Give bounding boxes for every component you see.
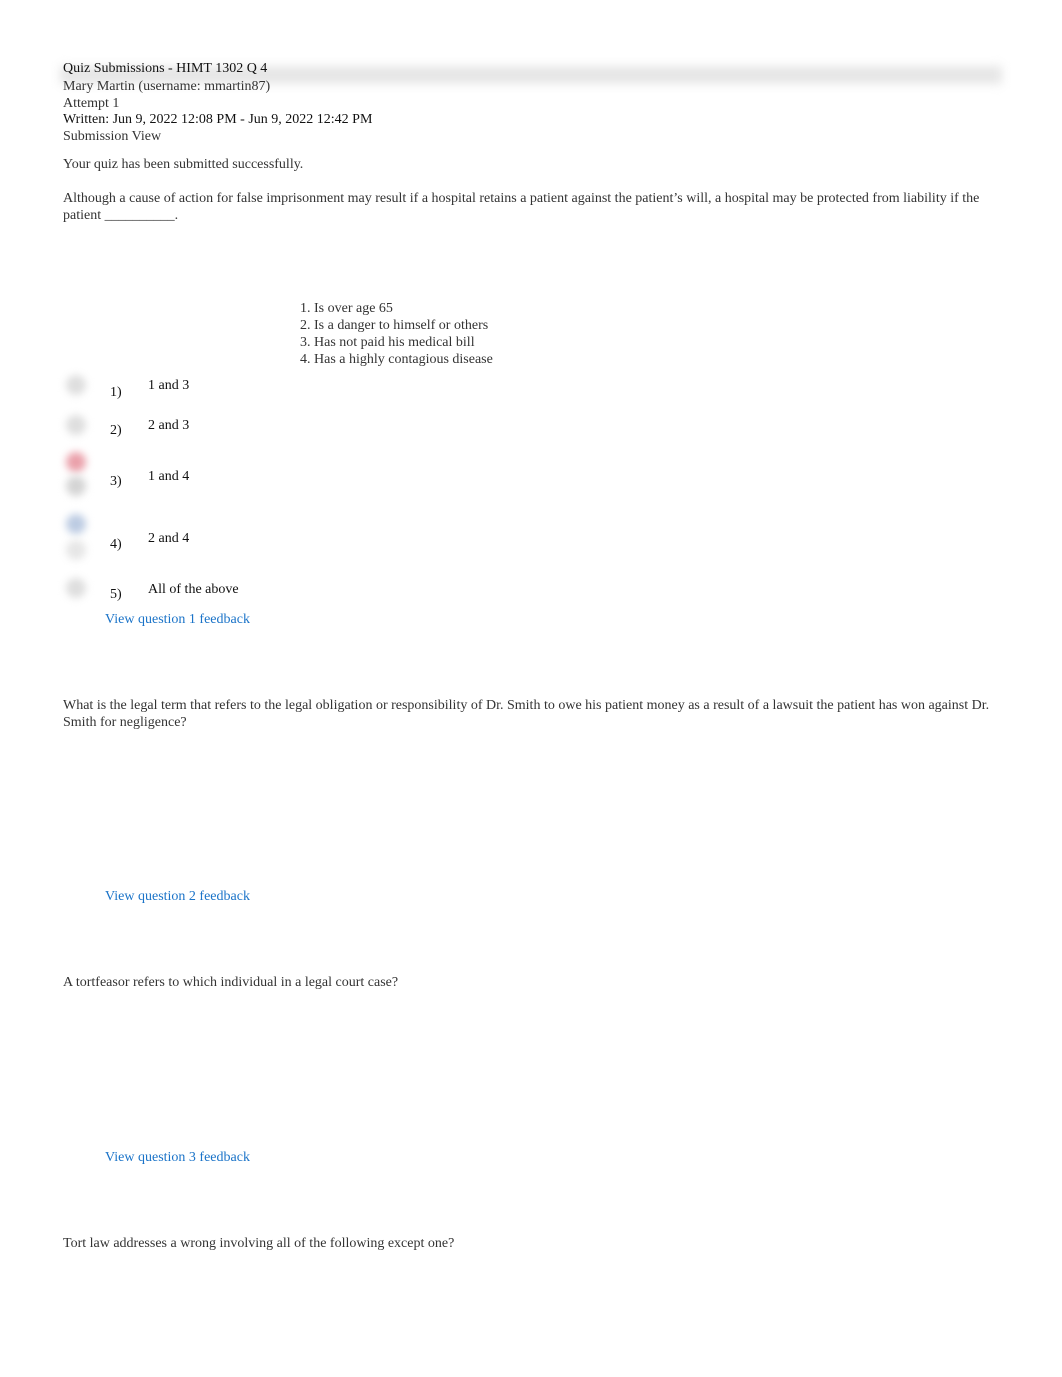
- submission-view-label: Submission View: [63, 129, 162, 144]
- option-label: All of the above: [148, 582, 239, 597]
- question-3-text: A tortfeasor refers to which individual …: [63, 975, 399, 990]
- option-3-marker-icon: [66, 476, 86, 496]
- view-question-1-feedback-link[interactable]: View question 1 feedback: [105, 612, 250, 628]
- statement-3: 3. Has not paid his medical bill: [300, 335, 475, 350]
- status-message: Your quiz has been submitted successfull…: [63, 157, 304, 172]
- option-label: 2 and 4: [148, 531, 190, 546]
- selected-marker-icon: [66, 514, 86, 534]
- option-5-marker-icon: [66, 578, 86, 598]
- incorrect-marker-icon: [66, 452, 86, 472]
- question-1-text: Although a cause of action for false imp…: [63, 191, 980, 223]
- question-2-text: What is the legal term that refers to th…: [63, 698, 990, 730]
- option-label: 1 and 4: [148, 469, 190, 484]
- option-number: 2): [110, 423, 122, 438]
- view-question-3-feedback-link[interactable]: View question 3 feedback: [105, 1150, 250, 1166]
- user-name: Mary Martin (username: mmartin87): [63, 79, 271, 94]
- option-4-marker-icon: [66, 540, 86, 560]
- quiz-title: Quiz Submissions - HIMT 1302 Q 4: [63, 61, 268, 76]
- option-label: 2 and 3: [148, 418, 190, 433]
- statement-4: 4. Has a highly contagious disease: [300, 352, 493, 367]
- option-number: 4): [110, 537, 122, 552]
- written-time: Written: Jun 9, 2022 12:08 PM - Jun 9, 2…: [63, 112, 373, 127]
- option-1-marker-icon: [66, 375, 86, 395]
- statement-list: 1. Is over age 65 2. Is a danger to hims…: [300, 300, 493, 368]
- attempt-label: Attempt 1: [63, 96, 120, 111]
- option-label: 1 and 3: [148, 378, 190, 393]
- view-question-2-feedback-link[interactable]: View question 2 feedback: [105, 889, 250, 905]
- statement-1: 1. Is over age 65: [300, 301, 393, 316]
- option-number: 3): [110, 474, 122, 489]
- question-4-text: Tort law addresses a wrong involving all…: [63, 1236, 455, 1251]
- option-number: 5): [110, 587, 122, 602]
- statement-2: 2. Is a danger to himself or others: [300, 318, 489, 333]
- option-2-marker-icon: [66, 415, 86, 435]
- option-number: 1): [110, 385, 122, 400]
